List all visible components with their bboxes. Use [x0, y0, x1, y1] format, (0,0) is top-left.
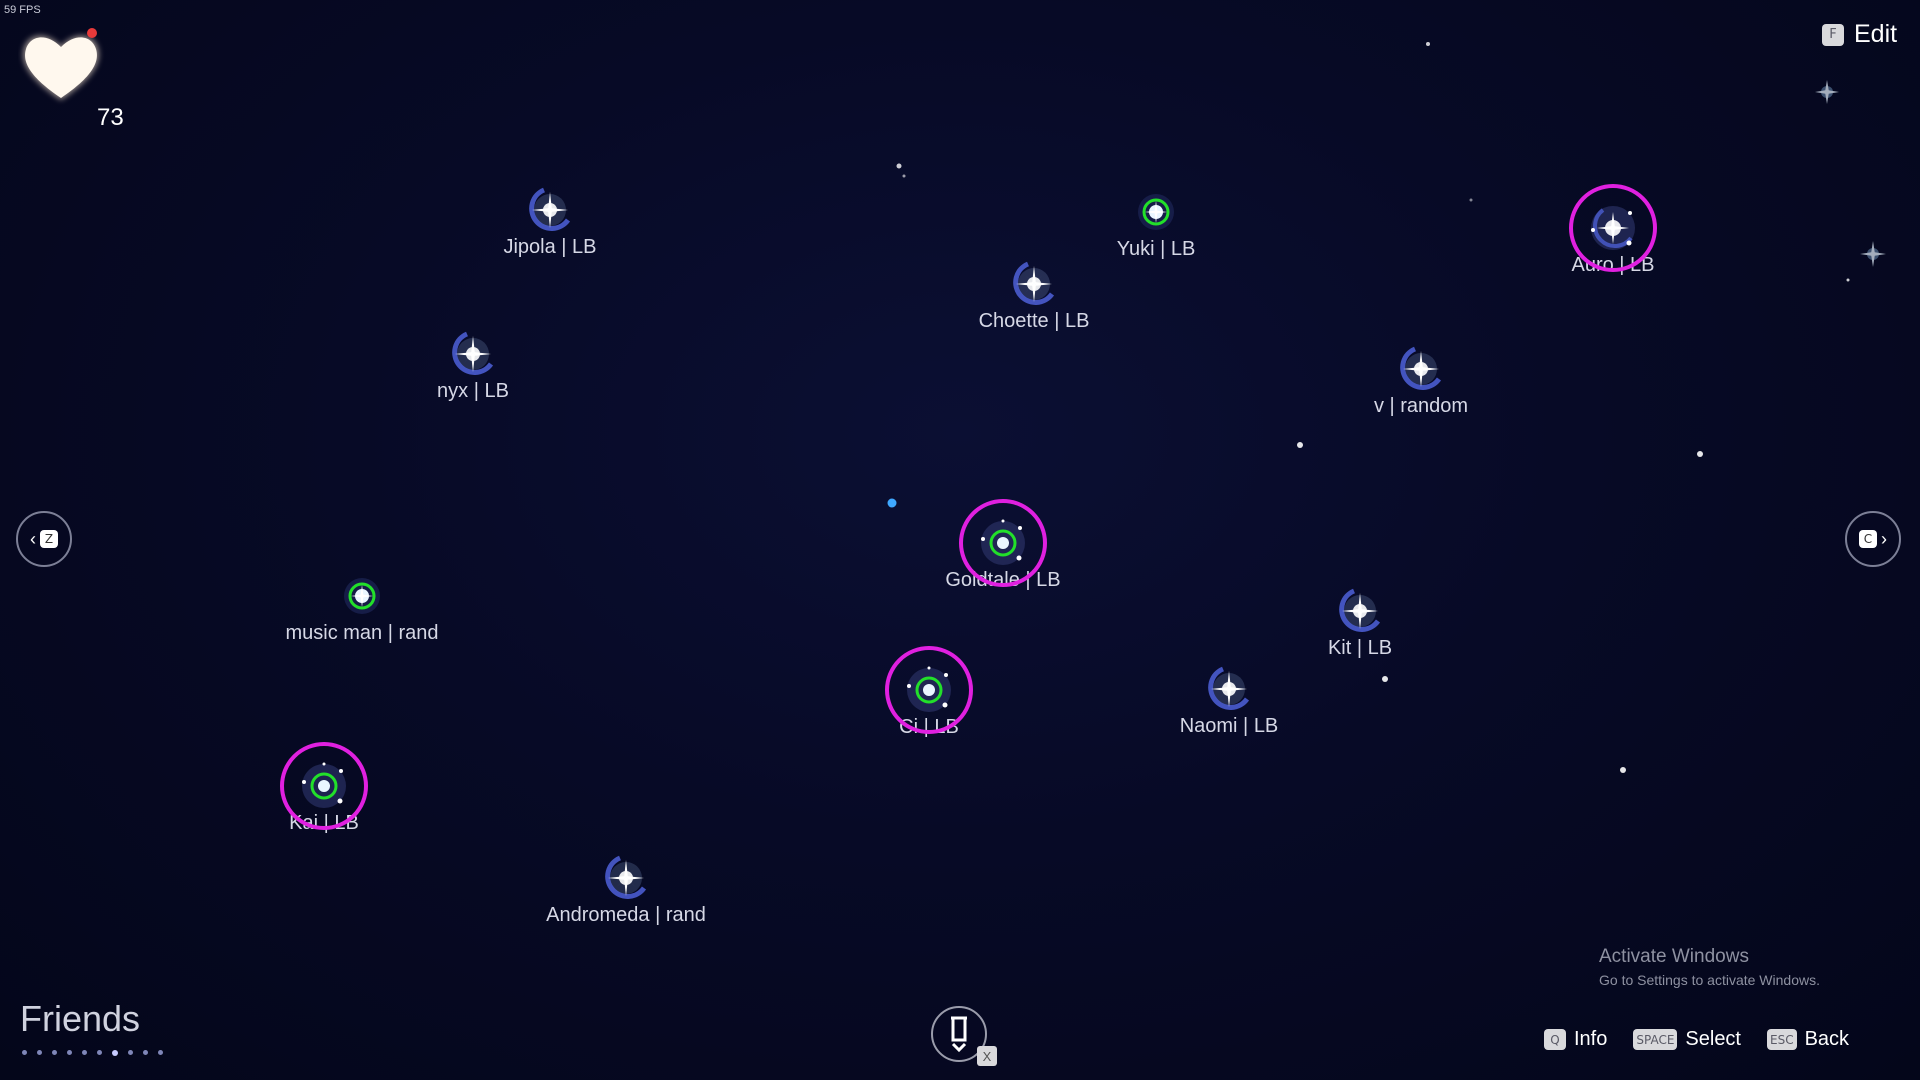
- page-dot[interactable]: [97, 1050, 102, 1055]
- highlight-ring: [280, 742, 368, 830]
- star-icon: [1126, 182, 1186, 242]
- tool-key: X: [977, 1046, 997, 1066]
- edit-button[interactable]: F Edit: [1822, 20, 1897, 49]
- chevron-left-icon: ‹: [30, 528, 36, 549]
- page-dot[interactable]: [143, 1050, 148, 1055]
- edit-key: F: [1822, 23, 1844, 46]
- watermark-line-2: Go to Settings to activate Windows.: [1599, 972, 1820, 988]
- fps-counter: 59 FPS: [4, 4, 41, 16]
- hint-label: Select: [1685, 1028, 1741, 1050]
- friend-label: Andromeda | rand: [546, 904, 706, 926]
- friend-label: Choette | LB: [978, 310, 1090, 332]
- lantern-icon: [951, 1016, 967, 1053]
- hint-info[interactable]: Q Info: [1544, 1028, 1607, 1051]
- hint-label: Info: [1574, 1028, 1608, 1050]
- star-icon: [443, 324, 503, 384]
- friend-label: Yuki | LB: [1116, 238, 1196, 260]
- page-dot[interactable]: [37, 1050, 42, 1055]
- star-icon: [596, 848, 656, 908]
- highlight-ring: [885, 646, 973, 734]
- edit-label: Edit: [1854, 20, 1898, 48]
- chevron-right-icon: ›: [1881, 528, 1887, 549]
- star-icon: [1004, 254, 1064, 314]
- page-dot[interactable]: [22, 1050, 27, 1055]
- prev-key: Z: [40, 530, 58, 548]
- next-key: C: [1859, 530, 1877, 548]
- page-title: Friends: [20, 998, 141, 1039]
- page-indicator: [22, 1050, 163, 1056]
- friend-label: music man | rand: [285, 622, 439, 644]
- highlight-ring: [1569, 184, 1657, 272]
- page-dot[interactable]: [128, 1050, 133, 1055]
- highlight-ring: [959, 499, 1047, 587]
- star-icon: [1199, 659, 1259, 719]
- hint-key: SPACE: [1633, 1029, 1678, 1050]
- hint-label: Back: [1804, 1028, 1850, 1050]
- friend-label: v | random: [1373, 395, 1469, 417]
- page-dot[interactable]: [52, 1050, 57, 1055]
- control-hints: Q Info SPACE Select ESC Back: [1544, 1028, 1849, 1051]
- prev-page-button[interactable]: ‹ Z: [16, 511, 72, 567]
- hint-key: Q: [1544, 1029, 1566, 1050]
- friend-label: Jipola | LB: [503, 236, 597, 258]
- friend-label: Naomi | LB: [1179, 715, 1279, 737]
- constellation-scene: 59 FPS 73 F Edit ‹ Z C › Jipola | LB Yuk…: [0, 0, 1920, 1080]
- heart-icon[interactable]: [18, 26, 108, 106]
- friend-label: nyx | LB: [437, 380, 509, 402]
- watermark-line-1: Activate Windows: [1599, 946, 1749, 967]
- page-dot[interactable]: [158, 1050, 163, 1055]
- hint-select[interactable]: SPACE Select: [1633, 1028, 1741, 1051]
- heart-count: 73: [97, 104, 124, 131]
- star-icon: [520, 180, 580, 240]
- page-dot[interactable]: [112, 1050, 118, 1056]
- star-icon: [1330, 581, 1390, 641]
- hint-back[interactable]: ESC Back: [1767, 1028, 1849, 1051]
- next-page-button[interactable]: C ›: [1845, 511, 1901, 567]
- page-dot[interactable]: [67, 1050, 72, 1055]
- friend-label: Kit | LB: [1327, 637, 1393, 659]
- star-icon: [332, 566, 392, 626]
- hint-key: ESC: [1767, 1029, 1797, 1050]
- activate-windows-watermark: Activate Windows Go to Settings to activ…: [1599, 946, 1820, 988]
- star-icon: [1391, 339, 1451, 399]
- page-dot[interactable]: [82, 1050, 87, 1055]
